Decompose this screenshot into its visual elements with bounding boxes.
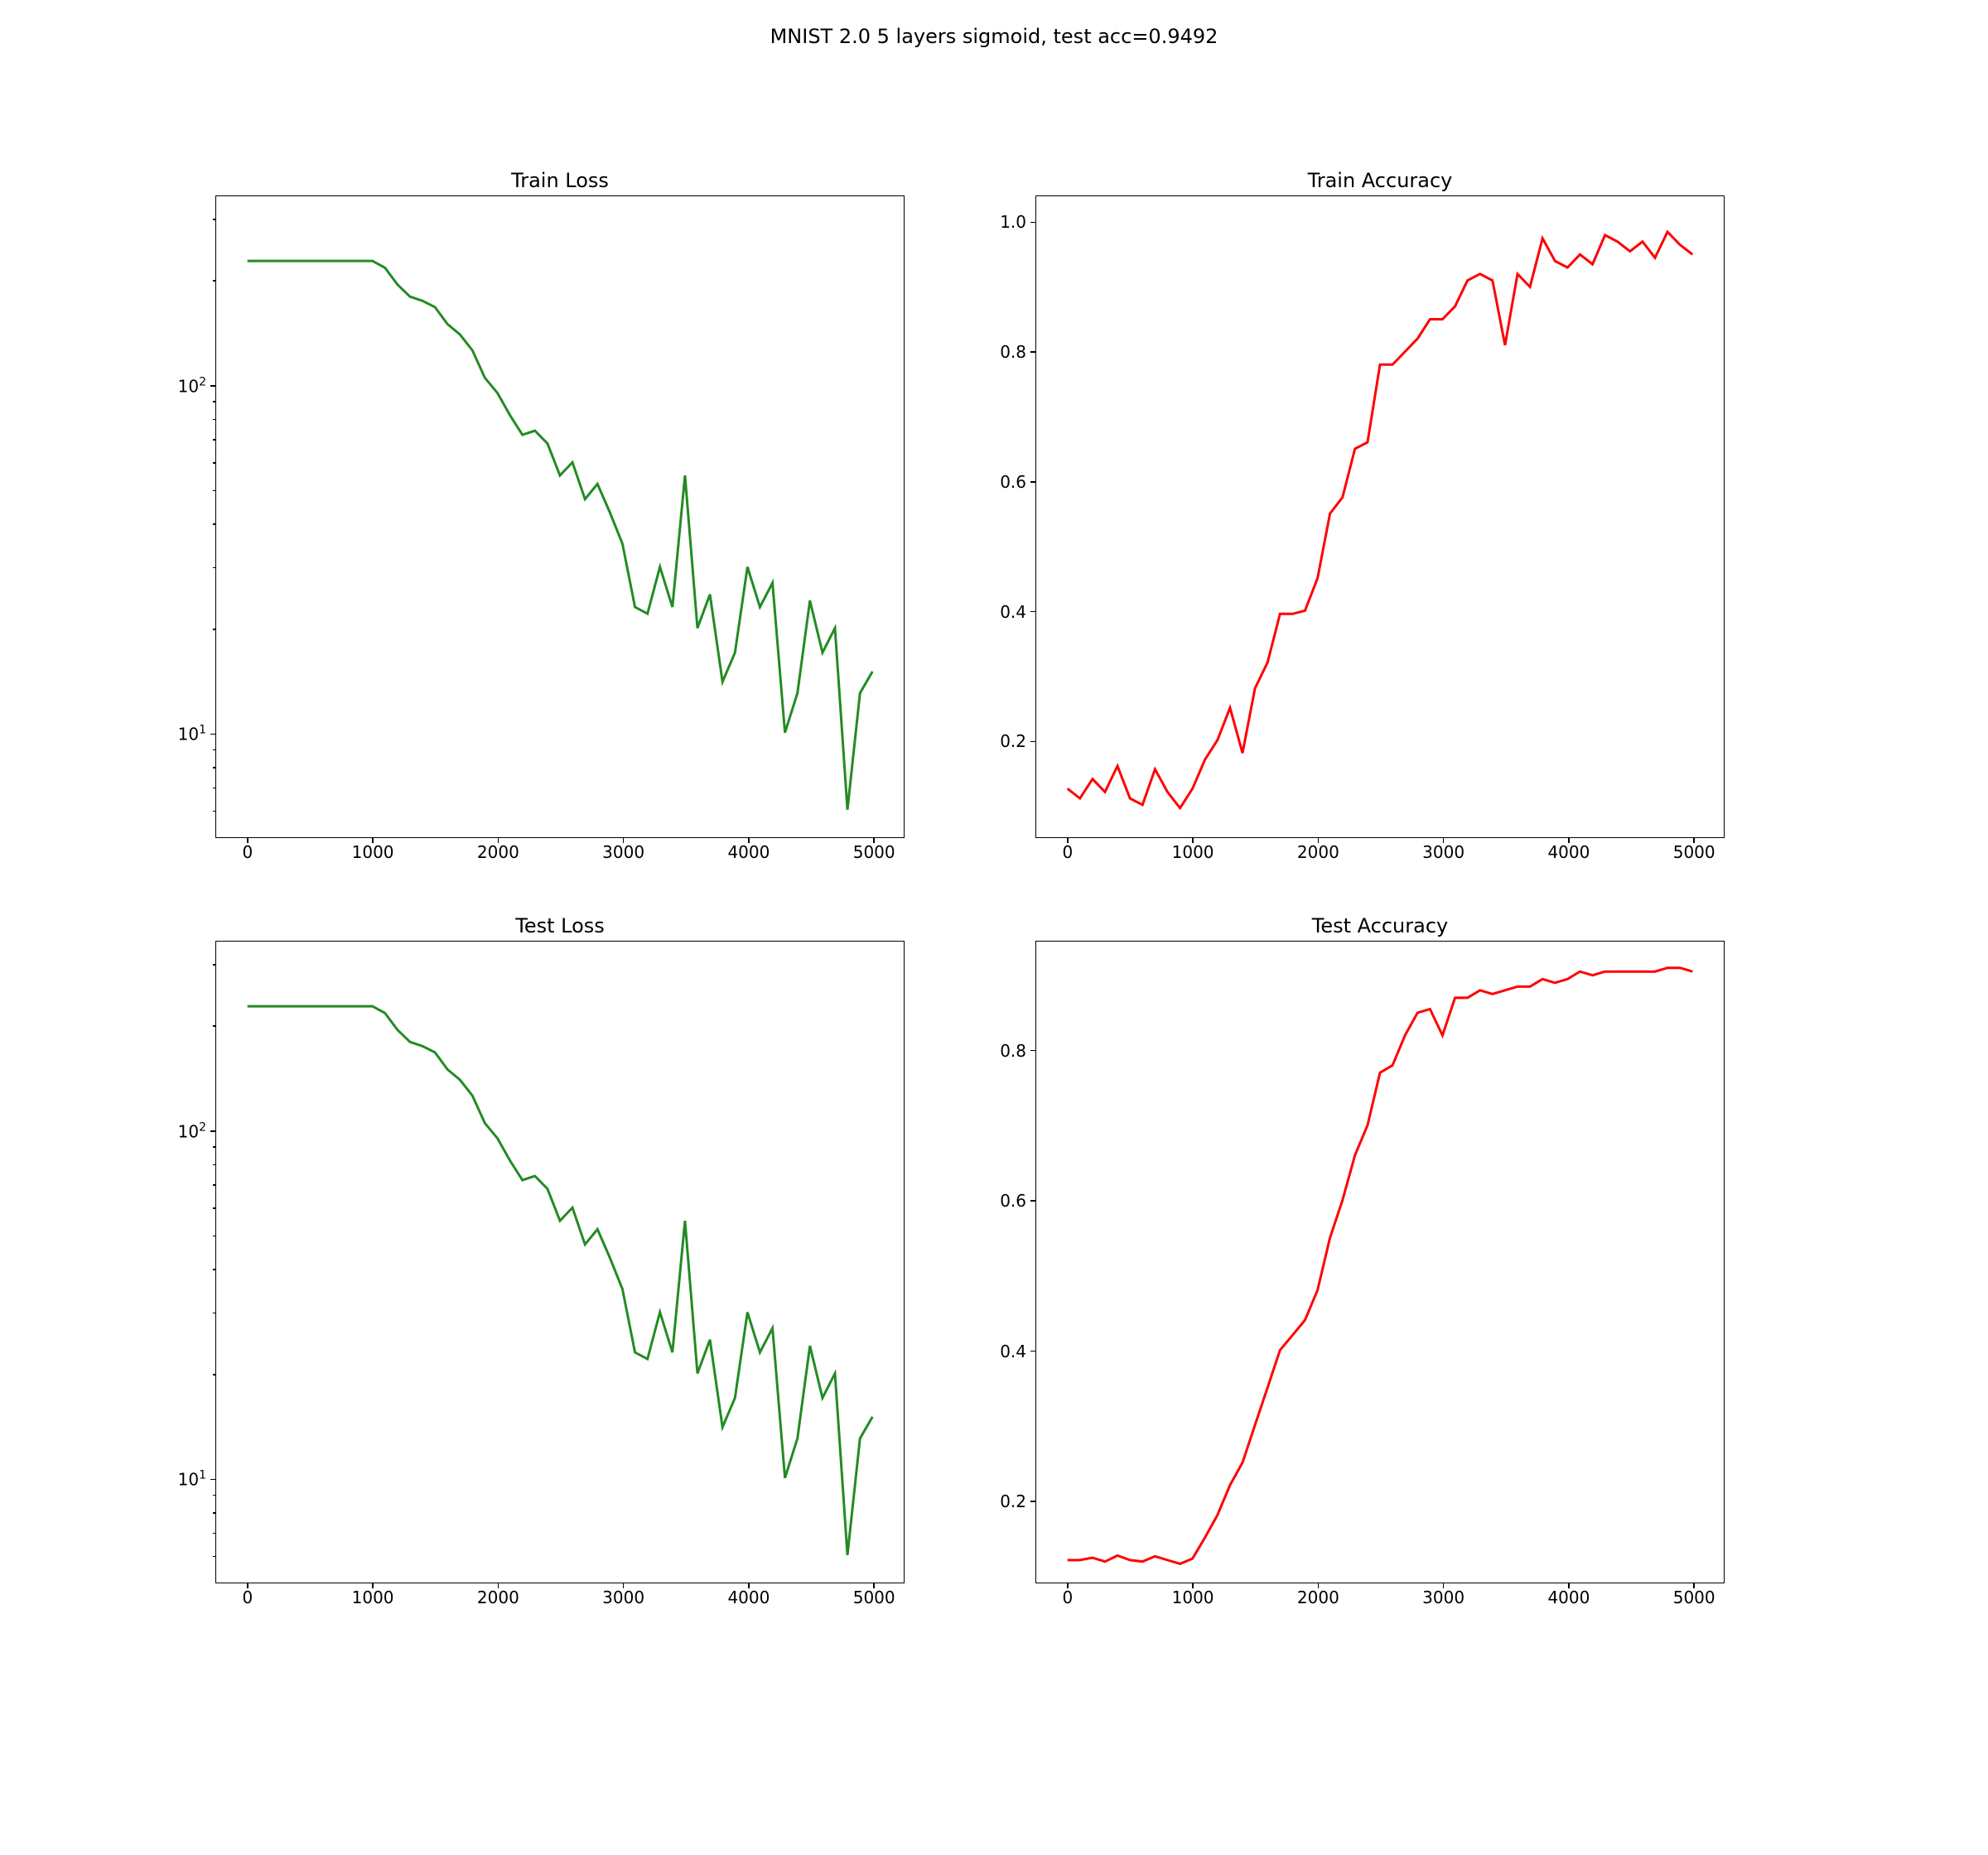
figure: MNIST 2.0 5 layers sigmoid, test acc=0.9… [0,0,1988,1855]
xtick-label: 4000 [727,1588,770,1607]
subplot-train-loss: 010002000300040005000101102Train Loss [215,195,905,838]
xtick-label: 2000 [477,842,519,862]
xtick-label: 3000 [602,842,644,862]
ytick-label: 102 [178,1120,206,1141]
xtick-label: 1000 [352,842,394,862]
ytick-label: 101 [178,1469,206,1490]
xtick-label: 5000 [853,1588,895,1607]
data-line [1036,942,1724,1583]
xtick-label: 4000 [1547,1588,1590,1607]
xtick-label: 0 [1062,1588,1073,1607]
figure-suptitle: MNIST 2.0 5 layers sigmoid, test acc=0.9… [0,25,1988,48]
xtick-label: 2000 [1297,1588,1339,1607]
xtick-label: 1000 [352,1588,394,1607]
xtick-label: 5000 [1673,842,1715,862]
subplot-test-accuracy: 0100020003000400050000.20.40.60.8Test Ac… [1035,941,1725,1583]
axes: 0100020003000400050000.20.40.60.81.0 [1035,195,1725,838]
ytick-label: 101 [178,724,206,744]
xtick-label: 3000 [1422,1588,1464,1607]
data-line [1036,196,1724,837]
xtick-label: 1000 [1172,842,1214,862]
ytick-label: 102 [178,375,206,396]
xtick-label: 3000 [602,1588,644,1607]
subplot-test-loss: 010002000300040005000101102Test Loss [215,941,905,1583]
ytick-label: 0.4 [1000,602,1026,622]
xtick-label: 1000 [1172,1588,1214,1607]
xtick-label: 4000 [727,842,770,862]
xtick-label: 3000 [1422,842,1464,862]
subplot-title: Train Accuracy [1035,169,1725,192]
ytick-label: 0.6 [1000,472,1026,492]
xtick-label: 0 [242,1588,253,1607]
ytick-label: 0.6 [1000,1191,1026,1211]
xtick-label: 0 [242,842,253,862]
ytick-label: 0.8 [1000,342,1026,362]
subplot-title: Test Loss [215,914,905,937]
axes: 0100020003000400050000.20.40.60.8 [1035,941,1725,1583]
xtick-label: 2000 [477,1588,519,1607]
xtick-label: 4000 [1547,842,1590,862]
xtick-label: 5000 [853,842,895,862]
ytick-label: 0.4 [1000,1342,1026,1361]
ytick-label: 0.2 [1000,1491,1026,1511]
data-line [216,196,904,837]
axes: 010002000300040005000101102 [215,195,905,838]
subplot-title: Test Accuracy [1035,914,1725,937]
xtick-label: 0 [1062,842,1073,862]
ytick-label: 1.0 [1000,212,1026,232]
ytick-label: 0.2 [1000,731,1026,751]
data-line [216,942,904,1583]
xtick-label: 2000 [1297,842,1339,862]
subplot-train-accuracy: 0100020003000400050000.20.40.60.81.0Trai… [1035,195,1725,838]
axes: 010002000300040005000101102 [215,941,905,1583]
xtick-label: 5000 [1673,1588,1715,1607]
ytick-label: 0.8 [1000,1041,1026,1061]
subplot-title: Train Loss [215,169,905,192]
